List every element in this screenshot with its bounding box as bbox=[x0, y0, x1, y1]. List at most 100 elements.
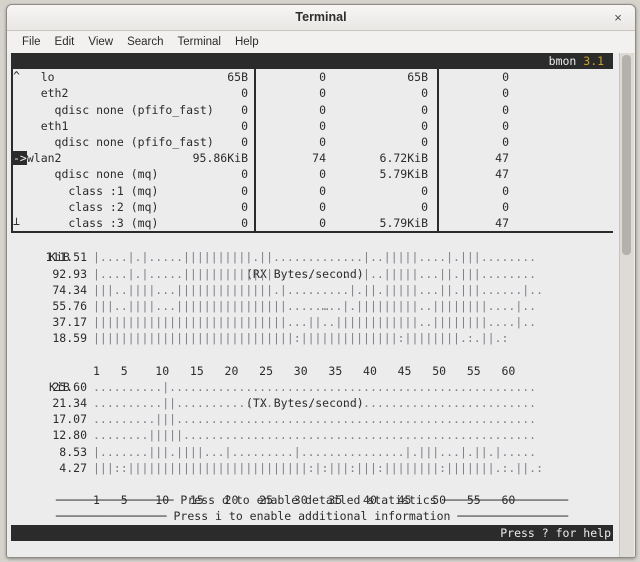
bmon-app-name: bmon bbox=[548, 54, 577, 68]
tx-graph-row: 25.60 ..........|........................… bbox=[11, 379, 613, 395]
table-row[interactable]: qdisc none (pfifo_fast) 0 0 0 0 bbox=[11, 102, 613, 118]
bmon-version-number: 3.1 bbox=[583, 54, 605, 68]
rx-graph-row: 111.51 |....|.|.....||||||||||.||........… bbox=[11, 249, 613, 265]
rx-graph-row: 74.34 |||..||||...||||||||||||||.|.......… bbox=[11, 282, 613, 298]
tx-packets-cell: 0 bbox=[502, 70, 509, 85]
rx-bytes-cell: 0 bbox=[241, 215, 248, 230]
rx-bytes-cell: 65B bbox=[227, 70, 248, 85]
status-help-hint: Press ? for help bbox=[500, 525, 611, 540]
tx-y-tick-label: 25.60 bbox=[52, 379, 87, 394]
rx-graph-header: KiB (RX Bytes/second) bbox=[11, 233, 613, 280]
tx-packets-cell: 0 bbox=[502, 86, 509, 101]
menu-item-help[interactable]: Help bbox=[228, 34, 266, 50]
tx-packets-cell: 0 bbox=[502, 183, 509, 198]
rx-y-tick-label: 111.51 bbox=[45, 250, 87, 265]
rx-bytes-cell: 0 bbox=[241, 167, 248, 182]
status-datetime: Sat Feb 7 04:54:49 2015 bbox=[70, 541, 237, 556]
rx-bytes-cell: 0 bbox=[241, 118, 248, 133]
rx-packets-cell: 0 bbox=[319, 70, 326, 85]
table-row[interactable]: class :3 (mq) 0 0 5.79KiB 47 bbox=[11, 215, 613, 231]
tx-y-tick-label: 12.80 bbox=[52, 428, 87, 443]
tx-bytes-cell: 6.72KiB bbox=[379, 151, 428, 166]
rx-y-tick-label: 92.93 bbox=[52, 266, 87, 281]
tx-bar-row: |||::||||||||||||||||||||||||||:|:|||:||… bbox=[93, 460, 544, 475]
rx-packets-cell: 0 bbox=[319, 199, 326, 214]
interface-name: eth1 bbox=[13, 118, 69, 133]
tx-packets-cell: 0 bbox=[502, 134, 509, 149]
menu-item-file[interactable]: File bbox=[15, 34, 48, 50]
tx-bytes-cell: 0 bbox=[421, 118, 428, 133]
rx-packets-cell: 0 bbox=[319, 215, 326, 230]
menu-item-edit[interactable]: Edit bbox=[48, 34, 82, 50]
menu-item-terminal[interactable]: Terminal bbox=[171, 34, 228, 50]
rx-y-tick-label: 55.76 bbox=[52, 298, 87, 313]
interface-name: qdisc none (mq) bbox=[13, 167, 159, 182]
tx-bytes-cell: 0 bbox=[421, 183, 428, 198]
tx-bytes-cell: 5.79KiB bbox=[379, 215, 428, 230]
tx-y-tick-label: 4.27 bbox=[59, 460, 87, 475]
interface-name: lo bbox=[13, 70, 55, 85]
table-row[interactable]: eth1 0 0 0 0 bbox=[11, 118, 613, 134]
tx-bytes-cell: 65B bbox=[407, 70, 428, 85]
interface-name: eth2 bbox=[13, 86, 69, 101]
tx-packets-cell: 0 bbox=[502, 102, 509, 117]
rx-x-axis: 1 5 10 15 20 25 30 35 40 45 50 55 60 bbox=[11, 347, 613, 378]
table-row[interactable]: qdisc none (pfifo_fast) 0 0 0 0 bbox=[11, 134, 613, 150]
rx-bar-row: |||||||||||||||||||||||||||||:||||||||||… bbox=[93, 331, 509, 346]
rx-packets-cell: 0 bbox=[319, 167, 326, 182]
rx-y-tick-label: 18.59 bbox=[52, 331, 87, 346]
tx-bar-row: |.......|||.||||...|.........|..........… bbox=[93, 444, 537, 459]
rx-packets-cell: 0 bbox=[319, 86, 326, 101]
rx-graph: KiB (RX Bytes/second) 111.51 |....|.|....… bbox=[11, 233, 613, 378]
tx-packets-cell: 47 bbox=[495, 151, 509, 166]
tx-graph-row: 21.34 ..........||.......................… bbox=[11, 395, 613, 411]
tx-graph-row: 4.27 |||::||||||||||||||||||||||||||:|:||… bbox=[11, 460, 613, 476]
rx-bytes-cell: 0 bbox=[241, 86, 248, 101]
table-row[interactable]: ->wlan2 95.86KiB 74 6.72KiB 47 bbox=[11, 150, 613, 166]
tx-packets-cell: 47 bbox=[495, 215, 509, 230]
rx-y-tick-label: 74.34 bbox=[52, 282, 87, 297]
close-icon[interactable]: × bbox=[609, 5, 627, 30]
tx-bar-row: ........|||||...........................… bbox=[93, 428, 537, 443]
bmon-version-label: bmon 3.1 bbox=[549, 53, 611, 69]
rx-graph-row: 37.17 ||||||||||||||||||||||||||||...||..… bbox=[11, 314, 613, 330]
rx-bar-row: |||..||||...||||||||||||||.|.........|.|… bbox=[93, 282, 544, 297]
rx-packets-cell: 0 bbox=[319, 102, 326, 117]
tx-graph-rows: 25.60 ..........|........................… bbox=[11, 379, 613, 476]
table-row[interactable]: eth2 0 0 0 0 bbox=[11, 85, 613, 101]
rx-graph-row: 18.59 |||||||||||||||||||||||||||||:|||||… bbox=[11, 330, 613, 346]
rx-packets-cell: 0 bbox=[319, 118, 326, 133]
table-row[interactable]: lo 65B 0 65B 0 bbox=[11, 69, 613, 85]
rx-graph-row: 55.76 |||..||||...||||||||||||||||.....….… bbox=[11, 298, 613, 314]
tx-y-tick-label: 21.34 bbox=[52, 396, 87, 411]
tx-bytes-cell: 0 bbox=[421, 86, 428, 101]
tx-packets-cell: 47 bbox=[495, 167, 509, 182]
status-bar: Sat Feb 7 04:54:49 2015 Press ? for help bbox=[11, 524, 613, 556]
tx-graph: KiB (TX Bytes/second) 25.60 ..........|..… bbox=[11, 363, 613, 507]
additional-info-hint: ──────────────── Press i to enable addit… bbox=[55, 509, 569, 524]
rx-bytes-cell: 95.86KiB bbox=[192, 151, 248, 166]
rx-bar-row: |....|.|.....|||||||||||||.............|… bbox=[93, 266, 537, 281]
bmon-header-bar: wlan2 bmon 3.1 bbox=[11, 53, 613, 84]
tx-bar-row: .........|||............................… bbox=[93, 412, 537, 427]
scrollbar-thumb[interactable] bbox=[622, 55, 631, 255]
rx-bytes-cell: 0 bbox=[241, 199, 248, 214]
rx-packets-cell: 0 bbox=[319, 134, 326, 149]
tx-bytes-cell: 0 bbox=[421, 199, 428, 214]
menu-item-view[interactable]: View bbox=[81, 34, 120, 50]
rx-graph-rows: 111.51 |....|.|.....||||||||||.||........… bbox=[11, 249, 613, 346]
table-row[interactable]: class :2 (mq) 0 0 0 0 bbox=[11, 199, 613, 215]
tx-x-axis: 1 5 10 15 20 25 30 35 40 45 50 55 60 bbox=[11, 476, 613, 507]
tx-bytes-cell: 5.79KiB bbox=[379, 167, 428, 182]
rx-bytes-cell: 0 bbox=[241, 183, 248, 198]
rx-packets-cell: 0 bbox=[319, 183, 326, 198]
table-row[interactable]: class :1 (mq) 0 0 0 0 bbox=[11, 183, 613, 199]
menu-item-search[interactable]: Search bbox=[120, 34, 170, 50]
interface-table[interactable]: ^ ⊥ lo 65B 0 65B 0 eth2 0 0 0 0 qdisc none (pfif… bbox=[11, 69, 613, 234]
interface-name: class :2 (mq) bbox=[13, 199, 159, 214]
tx-y-tick-label: 8.53 bbox=[59, 444, 87, 459]
scrollbar[interactable] bbox=[619, 53, 634, 557]
table-row[interactable]: qdisc none (mq) 0 0 5.79KiB 47 bbox=[11, 166, 613, 182]
terminal-screen[interactable]: wlan2 bmon 3.1 ^ ⊥ lo 65B 0 65B 0 eth2 0 0 0 0 q… bbox=[7, 53, 635, 557]
titlebar: Terminal × bbox=[7, 5, 635, 31]
